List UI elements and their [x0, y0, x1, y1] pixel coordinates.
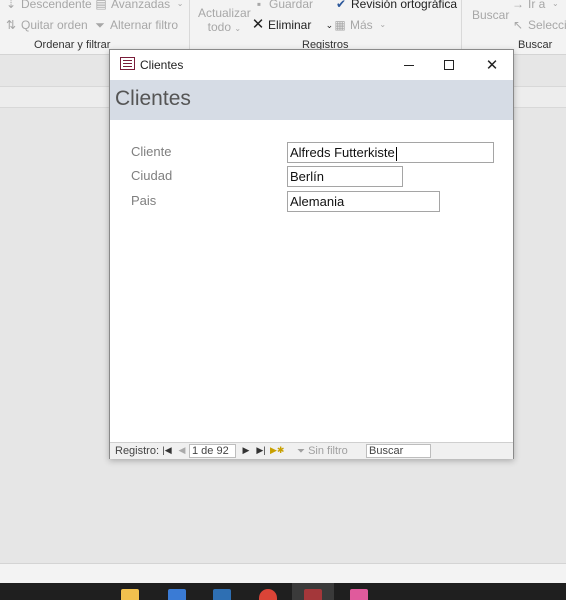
chrome-icon[interactable]: [259, 589, 277, 600]
next-record-button[interactable]: ▶: [240, 445, 252, 456]
save-icon: ▪: [256, 0, 262, 11]
ciudad-field[interactable]: Berlín: [287, 166, 403, 187]
store-icon[interactable]: [213, 589, 231, 600]
pais-label: Pais: [131, 193, 157, 208]
status-bar: [0, 563, 566, 583]
funnel-icon: ⏷: [95, 18, 105, 32]
current-record-input[interactable]: 1 de 92: [189, 444, 236, 458]
close-button[interactable]: ✕: [472, 50, 512, 80]
paint-icon[interactable]: [350, 589, 368, 600]
taskbar: [0, 583, 566, 600]
group-divider: [189, 0, 190, 52]
clear-sort-icon: ⇅: [5, 18, 17, 32]
ribbon: ⇣ Descendente ▤ Avanzadas ⌄ ⇅ Quitar ord…: [0, 0, 566, 55]
advanced-filter-button[interactable]: ▤ Avanzadas ⌄: [94, 0, 187, 11]
filter-status[interactable]: ⏷ Sin filtro: [297, 445, 348, 457]
maximize-icon: [444, 60, 454, 70]
ciudad-label: Ciudad: [131, 168, 173, 183]
more-table-icon: ▦: [334, 18, 346, 32]
select-cursor-icon: ↖: [512, 18, 524, 32]
maximize-button[interactable]: [429, 50, 469, 80]
new-record-button[interactable]: ▶✱: [270, 445, 284, 456]
spelling-button[interactable]: ✔ Revisión ortográfica: [334, 0, 457, 11]
chevron-down-icon: ⌄: [379, 20, 387, 29]
sort-descending-icon: ⇣: [5, 0, 17, 11]
refresh-all-button[interactable]: Actualizar todo ⌄: [198, 6, 251, 36]
chevron-down-icon: ⌄: [176, 0, 184, 8]
goto-arrow-icon: →: [512, 0, 524, 11]
cliente-label: Cliente: [131, 144, 172, 159]
clear-sort-button[interactable]: ⇅ Quitar orden: [4, 18, 88, 32]
sort-filter-group-label: Ordenar y filtrar: [34, 39, 111, 51]
search-box[interactable]: Buscar: [366, 444, 431, 458]
find-group-label: Buscar: [518, 39, 553, 51]
form-header: Clientes: [110, 80, 513, 120]
select-button[interactable]: ↖ Selecció: [511, 18, 566, 32]
window-title: Clientes: [140, 58, 184, 72]
close-icon: ✕: [485, 57, 499, 74]
pais-field[interactable]: Alemania: [287, 191, 440, 212]
record-navigation-bar: Registro: |◀ ◀ 1 de 92 ▶ ▶| ▶✱ ⏷ Sin fil…: [110, 442, 513, 459]
cliente-field[interactable]: Alfreds Futterkiste: [287, 142, 494, 163]
minimize-button[interactable]: [389, 50, 429, 80]
delete-button[interactable]: ✕ Eliminar ⌄: [251, 16, 336, 33]
window-titlebar[interactable]: Clientes ✕: [110, 50, 513, 80]
group-divider: [461, 0, 462, 52]
previous-record-button[interactable]: ◀: [176, 445, 188, 456]
last-record-button[interactable]: ▶|: [255, 445, 267, 456]
save-button[interactable]: ▪ Guardar: [252, 0, 313, 11]
form-title: Clientes: [115, 87, 191, 110]
goto-button[interactable]: → Ir a ⌄: [511, 0, 562, 11]
chevron-down-icon: ⌄: [234, 24, 242, 33]
form-icon: [120, 57, 135, 70]
chevron-down-icon: ⌄: [551, 0, 559, 8]
file-explorer-icon[interactable]: [121, 589, 139, 600]
more-button[interactable]: ▦ Más ⌄: [333, 18, 390, 32]
access-icon[interactable]: [304, 589, 322, 600]
no-filter-icon: ⏷: [297, 446, 305, 457]
minimize-icon: [404, 64, 414, 66]
record-label: Registro:: [115, 445, 160, 457]
find-button[interactable]: Buscar: [472, 8, 509, 22]
checkmark-icon: ✔: [335, 0, 347, 11]
delete-x-icon: ✕: [251, 16, 265, 33]
advanced-filter-icon: ▤: [95, 0, 107, 11]
toggle-filter-button[interactable]: ⏷ Alternar filtro: [93, 18, 178, 32]
form-window[interactable]: Clientes ✕ Clientes Cliente Alfreds Futt…: [109, 49, 514, 459]
sort-descending-button[interactable]: ⇣ Descendente: [4, 0, 92, 11]
text-caret: [395, 146, 397, 161]
app-icon[interactable]: [168, 589, 186, 600]
first-record-button[interactable]: |◀: [161, 445, 173, 456]
